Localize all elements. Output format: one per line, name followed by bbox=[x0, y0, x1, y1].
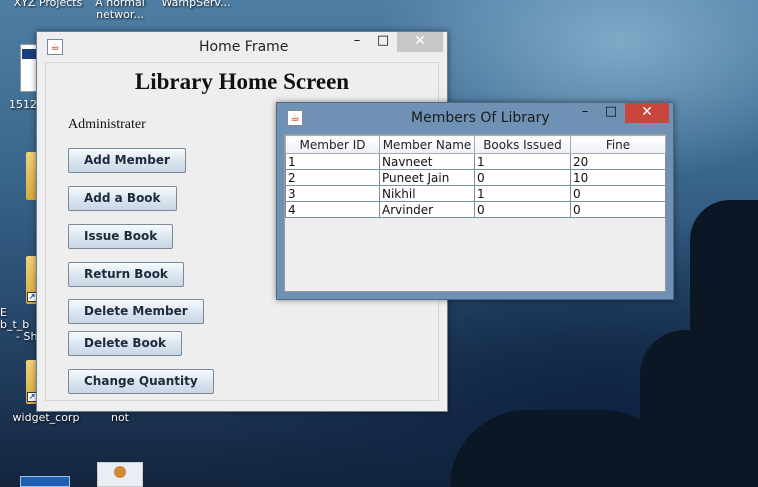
table-cell[interactable]: 3 bbox=[285, 185, 380, 202]
table-cell[interactable]: Navneet bbox=[379, 153, 475, 170]
desktop-icon-label[interactable]: 1512 bbox=[8, 99, 38, 111]
table-row[interactable]: 3 Nikhil 1 0 bbox=[285, 185, 666, 202]
java-app-icon: ☕ bbox=[47, 39, 63, 55]
table-row[interactable]: 1 Navneet 1 20 bbox=[285, 153, 666, 170]
table-cell[interactable]: 0 bbox=[474, 201, 571, 218]
table-cell[interactable]: Nikhil bbox=[379, 185, 475, 202]
column-header-fine[interactable]: Fine bbox=[570, 135, 666, 154]
desktop-icon-label[interactable]: not bbox=[100, 412, 140, 424]
members-table-scroll-pane[interactable]: Member ID Member Name Books Issued Fine … bbox=[284, 134, 666, 292]
delete-book-button[interactable]: Delete Book bbox=[68, 331, 183, 356]
java-app-icon: ☕ bbox=[287, 110, 303, 126]
column-header-member-name[interactable]: Member Name bbox=[379, 135, 475, 154]
return-book-button[interactable]: Return Book bbox=[68, 262, 184, 287]
table-cell[interactable]: 2 bbox=[285, 169, 380, 186]
desktop-icon-text: WampServ... bbox=[161, 0, 231, 9]
table-cell[interactable]: 10 bbox=[570, 169, 666, 186]
table-cell[interactable]: 1 bbox=[474, 185, 571, 202]
close-button[interactable]: ✕ bbox=[625, 103, 669, 123]
window-title: Home Frame bbox=[199, 39, 289, 55]
change-quantity-button[interactable]: Change Quantity bbox=[68, 369, 214, 394]
members-titlebar[interactable]: ☕ Members Of Library – □ ✕ bbox=[277, 103, 673, 133]
members-window: ☕ Members Of Library – □ ✕ Member ID Mem… bbox=[276, 102, 674, 300]
column-header-member-id[interactable]: Member ID bbox=[285, 135, 380, 154]
close-button[interactable]: ✕ bbox=[397, 32, 443, 52]
issue-book-button[interactable]: Issue Book bbox=[68, 224, 174, 249]
tree-silhouette bbox=[690, 200, 758, 487]
table-cell[interactable]: Arvinder bbox=[379, 201, 475, 218]
minimize-button[interactable]: – bbox=[573, 103, 597, 123]
desktop-icon-label[interactable]: A normal networ... bbox=[88, 0, 152, 21]
minimize-button[interactable]: – bbox=[345, 32, 369, 52]
table-row[interactable]: 2 Puneet Jain 0 10 bbox=[285, 169, 666, 186]
table-cell[interactable]: 20 bbox=[570, 153, 666, 170]
table-cell[interactable]: 0 bbox=[474, 169, 571, 186]
column-header-books-issued[interactable]: Books Issued bbox=[474, 135, 571, 154]
table-cell[interactable]: 0 bbox=[570, 185, 666, 202]
desktop-icon-label[interactable]: WampServ... bbox=[158, 0, 234, 9]
delete-member-button[interactable]: Delete Member bbox=[68, 299, 204, 324]
document-badge bbox=[22, 49, 36, 59]
thumbnail-icon[interactable] bbox=[20, 476, 70, 487]
desktop-icon-text: E b_t_b bbox=[0, 306, 30, 331]
desktop-icon-label[interactable]: XYZ Projects bbox=[8, 0, 88, 9]
desktop-icon-text: XYZ Projects bbox=[13, 0, 83, 9]
thumbnail-figure bbox=[114, 466, 126, 478]
desktop-icon-label[interactable]: widget_corp bbox=[4, 412, 88, 424]
desktop-icon-label[interactable]: E b_t_b - Sh bbox=[0, 307, 38, 343]
table-cell[interactable]: Puneet Jain bbox=[379, 169, 475, 186]
maximize-button[interactable]: □ bbox=[371, 32, 395, 52]
table-cell[interactable]: 1 bbox=[474, 153, 571, 170]
desktop-icon-text: widget_corp bbox=[12, 411, 80, 424]
window-title: Members Of Library bbox=[411, 110, 550, 126]
desktop-icon-text: - Sh bbox=[16, 330, 38, 343]
table-header-row: Member ID Member Name Books Issued Fine bbox=[285, 135, 666, 154]
thumbnail-icon[interactable] bbox=[97, 462, 143, 487]
maximize-button[interactable]: □ bbox=[599, 103, 623, 123]
members-table: Member ID Member Name Books Issued Fine … bbox=[285, 135, 666, 218]
desktop-icon-text: 1512 bbox=[9, 98, 37, 111]
table-cell[interactable]: 0 bbox=[570, 201, 666, 218]
table-row[interactable]: 4 Arvinder 0 0 bbox=[285, 201, 666, 218]
add-book-button[interactable]: Add a Book bbox=[68, 186, 177, 211]
home-frame-titlebar[interactable]: ☕ Home Frame – □ ✕ bbox=[37, 32, 447, 62]
role-label: Administrater bbox=[68, 117, 146, 132]
table-cell[interactable]: 4 bbox=[285, 201, 380, 218]
desktop-icon-text: not bbox=[110, 411, 129, 424]
table-cell[interactable]: 1 bbox=[285, 153, 380, 170]
desktop-icon-text: networ... bbox=[96, 8, 144, 21]
page-title: Library Home Screen bbox=[134, 69, 350, 94]
add-member-button[interactable]: Add Member bbox=[68, 148, 186, 173]
